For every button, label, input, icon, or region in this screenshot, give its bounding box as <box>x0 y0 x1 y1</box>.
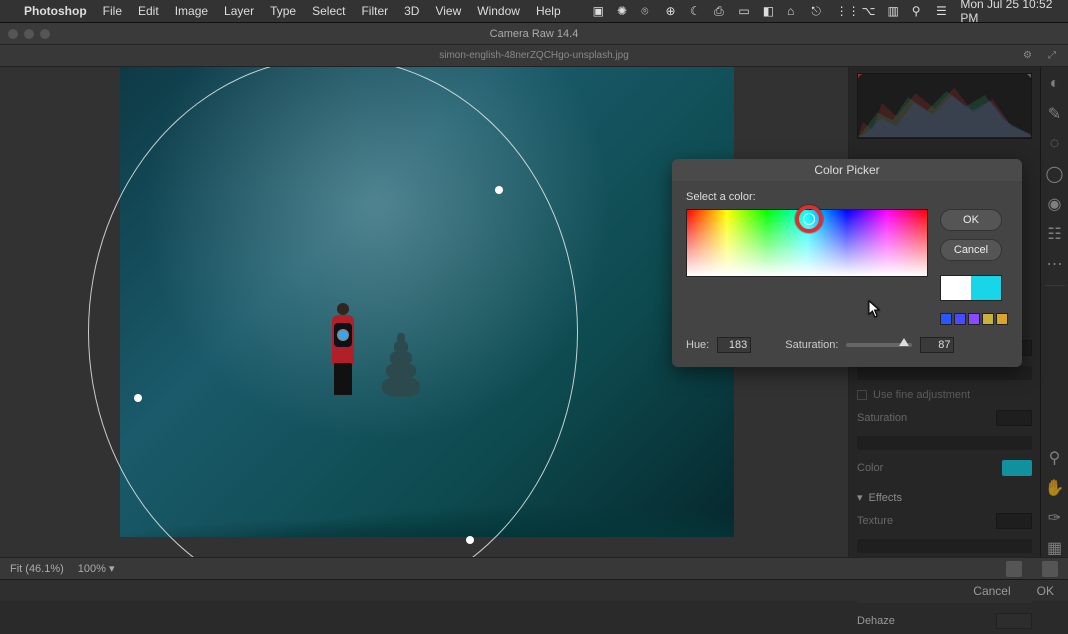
swatch[interactable] <box>940 313 952 325</box>
color-label: Color <box>857 462 883 474</box>
texture-slider[interactable] <box>857 539 1032 553</box>
camera-raw-titlebar: Camera Raw 14.4 <box>0 23 1068 45</box>
hand-tool-icon[interactable]: ✋ <box>1046 479 1064 497</box>
dehaze-value[interactable] <box>996 613 1032 629</box>
hue-slider[interactable] <box>857 366 1032 380</box>
camera-raw-title: Camera Raw 14.4 <box>490 28 579 40</box>
more-icon[interactable]: ⋯ <box>1046 255 1064 273</box>
menu-edit[interactable]: Edit <box>138 4 159 18</box>
grid-tool-icon[interactable]: ▦ <box>1046 539 1064 557</box>
ok-button[interactable]: OK <box>940 209 1002 231</box>
menu-image[interactable]: Image <box>175 4 208 18</box>
status-icon[interactable]: ▣ <box>593 4 605 18</box>
window-traffic-lights[interactable] <box>8 29 50 39</box>
preview-image <box>120 67 734 537</box>
dehaze-label: Dehaze <box>857 615 895 627</box>
camera-raw-filebar: simon-english-48nerZQCHgo-unsplash.jpg ⚙… <box>0 45 1068 67</box>
hue-input[interactable] <box>717 337 751 353</box>
mask-tool-icon[interactable]: ◯ <box>1046 165 1064 183</box>
status-icon[interactable]: ⎋ <box>811 4 823 18</box>
redeye-tool-icon[interactable]: ◉ <box>1046 195 1064 213</box>
status-icon[interactable]: ◧ <box>763 4 775 18</box>
color-picker-dialog[interactable]: Color Picker Select a color: OK Cancel H… <box>672 159 1022 367</box>
texture-value[interactable] <box>996 513 1032 529</box>
saturation-slider[interactable] <box>846 343 912 347</box>
current-color[interactable] <box>971 276 1001 300</box>
status-icon[interactable]: ⌂ <box>787 4 799 18</box>
menu-file[interactable]: File <box>103 4 122 18</box>
edit-tool-icon[interactable]: ◐ <box>1046 75 1064 93</box>
dialog-ok-button[interactable]: OK <box>1037 584 1054 598</box>
status-icon[interactable]: ⌾ <box>641 4 653 18</box>
status-icon[interactable]: ✺ <box>617 4 629 18</box>
swatch-presets <box>940 313 1008 325</box>
wifi-icon[interactable]: ⋮⋮ <box>836 4 850 18</box>
view-single-icon[interactable] <box>1006 561 1022 577</box>
zoom-fit-label[interactable]: Fit (46.1%) <box>10 563 64 575</box>
chevron-down-icon: ▾ <box>857 491 863 504</box>
saturation-value[interactable] <box>996 410 1032 426</box>
menu-3d[interactable]: 3D <box>404 4 419 18</box>
dialog-cancel-button[interactable]: Cancel <box>973 584 1010 598</box>
select-color-label: Select a color: <box>686 191 1008 203</box>
hue-label: Hue: <box>686 339 709 351</box>
crop-tool-icon[interactable]: ✎ <box>1046 105 1064 123</box>
menu-view[interactable]: View <box>435 4 461 18</box>
texture-label: Texture <box>857 515 893 527</box>
previous-color[interactable] <box>941 276 971 300</box>
status-icon[interactable]: ⊕ <box>666 4 678 18</box>
swatch[interactable] <box>954 313 966 325</box>
menu-type[interactable]: Type <box>270 4 296 18</box>
effects-label: Effects <box>869 492 902 504</box>
saturation-label: Saturation: <box>785 339 838 351</box>
app-menus: File Edit Image Layer Type Select Filter… <box>103 4 561 18</box>
saturation-slider[interactable] <box>857 436 1032 450</box>
zoom-percent-dropdown[interactable]: 100% ▾ <box>78 562 115 575</box>
image-subject-person <box>320 297 364 407</box>
menu-layer[interactable]: Layer <box>224 4 254 18</box>
menu-select[interactable]: Select <box>312 4 345 18</box>
image-subject-cairn <box>380 327 422 397</box>
menu-help[interactable]: Help <box>536 4 561 18</box>
mac-menubar: Photoshop File Edit Image Layer Type Sel… <box>0 0 1068 22</box>
fine-adjustment-checkbox[interactable] <box>857 390 867 400</box>
right-tool-strip: ◐ ✎ ◌ ◯ ◉ ☷ ⋯ ⚲ ✋ ✑ ▦ <box>1040 67 1068 557</box>
heal-tool-icon[interactable]: ◌ <box>1046 135 1064 153</box>
control-center-icon[interactable]: ☰ <box>936 4 948 18</box>
view-compare-icon[interactable] <box>1042 561 1058 577</box>
status-icon[interactable]: ⎙ <box>714 4 726 18</box>
saturation-input[interactable] <box>920 337 954 353</box>
histogram[interactable] <box>857 73 1032 139</box>
status-icon[interactable]: ▭ <box>738 4 750 18</box>
presets-icon[interactable]: ☷ <box>1046 225 1064 243</box>
swatch[interactable] <box>968 313 980 325</box>
swatch[interactable] <box>982 313 994 325</box>
camera-raw-bottombar: Cancel OK <box>0 579 1068 601</box>
color-compare-swatch[interactable] <box>940 275 1002 301</box>
camera-raw-footer: Fit (46.1%) 100% ▾ <box>0 557 1068 579</box>
fullscreen-icon[interactable]: ⤢ <box>1048 50 1056 61</box>
cancel-button[interactable]: Cancel <box>940 239 1002 261</box>
color-field[interactable] <box>686 209 928 277</box>
status-icon[interactable]: ☾ <box>690 4 702 18</box>
zoom-tool-icon[interactable]: ⚲ <box>1046 449 1064 467</box>
effects-section[interactable]: ▾ Effects <box>857 487 1032 508</box>
app-name[interactable]: Photoshop <box>24 4 87 18</box>
battery-icon[interactable]: ▥ <box>887 4 899 18</box>
settings-gear-icon[interactable]: ⚙ <box>1023 50 1032 61</box>
chevron-down-icon: ▾ <box>109 563 115 575</box>
menu-filter[interactable]: Filter <box>361 4 388 18</box>
bluetooth-icon[interactable]: ⌥ <box>862 4 876 18</box>
color-picker-title: Color Picker <box>672 159 1022 181</box>
color-field-marker[interactable] <box>795 205 823 233</box>
color-swatch[interactable] <box>1002 460 1032 476</box>
filename-label: simon-english-48nerZQCHgo-unsplash.jpg <box>439 50 629 61</box>
search-icon[interactable]: ⚲ <box>912 4 924 18</box>
fine-adjustment-label: Use fine adjustment <box>873 389 970 401</box>
menu-window[interactable]: Window <box>477 4 520 18</box>
saturation-label: Saturation <box>857 412 907 424</box>
swatch[interactable] <box>996 313 1008 325</box>
sampler-tool-icon[interactable]: ✑ <box>1046 509 1064 527</box>
